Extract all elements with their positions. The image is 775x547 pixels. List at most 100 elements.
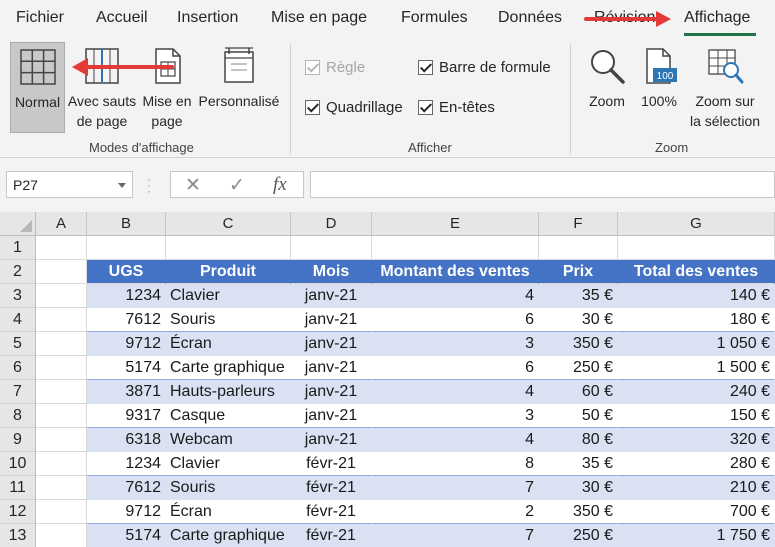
column-header-d[interactable]: D bbox=[291, 212, 372, 236]
table-cell[interactable]: 50 € bbox=[539, 404, 618, 428]
cell[interactable] bbox=[36, 332, 87, 356]
table-cell[interactable]: janv-21 bbox=[291, 404, 372, 428]
tab-affichage[interactable]: Affichage bbox=[684, 9, 750, 27]
table-cell[interactable]: 280 € bbox=[618, 452, 775, 476]
cell[interactable] bbox=[36, 524, 87, 547]
table-cell[interactable]: Hauts-parleurs bbox=[166, 380, 291, 404]
select-all-corner[interactable] bbox=[0, 212, 36, 236]
cell[interactable] bbox=[36, 428, 87, 452]
table-cell[interactable]: 9712 bbox=[87, 500, 166, 524]
row-header-10[interactable]: 10 bbox=[0, 452, 36, 476]
table-cell[interactable]: 4 bbox=[372, 380, 539, 404]
cell[interactable] bbox=[36, 476, 87, 500]
row-header-11[interactable]: 11 bbox=[0, 476, 36, 500]
table-cell[interactable]: 5174 bbox=[87, 524, 166, 547]
row-header-4[interactable]: 4 bbox=[0, 308, 36, 332]
row-header-2[interactable]: 2 bbox=[0, 260, 36, 284]
cell[interactable] bbox=[36, 380, 87, 404]
table-cell[interactable]: 2 bbox=[372, 500, 539, 524]
cell[interactable] bbox=[87, 236, 166, 260]
table-cell[interactable]: févr-21 bbox=[291, 524, 372, 547]
table-cell[interactable]: 1234 bbox=[87, 284, 166, 308]
table-cell[interactable]: 250 € bbox=[539, 524, 618, 547]
column-header-e[interactable]: E bbox=[372, 212, 539, 236]
table-cell[interactable]: 350 € bbox=[539, 332, 618, 356]
cell[interactable] bbox=[618, 236, 775, 260]
table-header-cell[interactable]: Prix bbox=[539, 260, 618, 284]
table-cell[interactable]: 7 bbox=[372, 476, 539, 500]
row-header-7[interactable]: 7 bbox=[0, 380, 36, 404]
drag-handle-icon[interactable]: · · · bbox=[147, 173, 151, 197]
table-cell[interactable]: 3 bbox=[372, 404, 539, 428]
tab-insertion[interactable]: Insertion bbox=[177, 9, 238, 27]
table-header-cell[interactable]: Mois bbox=[291, 260, 372, 284]
row-header-12[interactable]: 12 bbox=[0, 500, 36, 524]
table-header-cell[interactable]: Montant des ventes bbox=[372, 260, 539, 284]
table-cell[interactable]: 35 € bbox=[539, 452, 618, 476]
table-cell[interactable]: 6 bbox=[372, 308, 539, 332]
table-cell[interactable]: 30 € bbox=[539, 476, 618, 500]
page-layout-view-button[interactable]: Mise en page bbox=[139, 42, 195, 133]
tab-mise-en-page[interactable]: Mise en page bbox=[271, 9, 367, 27]
column-header-f[interactable]: F bbox=[539, 212, 618, 236]
cell[interactable] bbox=[36, 284, 87, 308]
cell[interactable] bbox=[36, 236, 87, 260]
page-break-view-button[interactable]: Avec sauts de page bbox=[66, 42, 138, 133]
tab-formules[interactable]: Formules bbox=[401, 9, 468, 27]
column-header-b[interactable]: B bbox=[87, 212, 166, 236]
tab-donnees[interactable]: Données bbox=[498, 9, 562, 27]
table-cell[interactable]: 180 € bbox=[618, 308, 775, 332]
row-header-1[interactable]: 1 bbox=[0, 236, 36, 260]
table-cell[interactable]: févr-21 bbox=[291, 500, 372, 524]
table-cell[interactable]: 4 bbox=[372, 284, 539, 308]
row-header-8[interactable]: 8 bbox=[0, 404, 36, 428]
row-header-3[interactable]: 3 bbox=[0, 284, 36, 308]
cell[interactable] bbox=[36, 404, 87, 428]
column-header-c[interactable]: C bbox=[166, 212, 291, 236]
table-cell[interactable]: Carte graphique bbox=[166, 524, 291, 547]
normal-view-button[interactable]: Normal bbox=[10, 42, 65, 133]
table-cell[interactable]: Casque bbox=[166, 404, 291, 428]
table-cell[interactable]: 240 € bbox=[618, 380, 775, 404]
table-cell[interactable]: Webcam bbox=[166, 428, 291, 452]
table-header-cell[interactable]: Produit bbox=[166, 260, 291, 284]
zoom-100-button[interactable]: 100 100% bbox=[637, 42, 681, 133]
table-header-cell[interactable]: UGS bbox=[87, 260, 166, 284]
table-cell[interactable]: 1234 bbox=[87, 452, 166, 476]
table-cell[interactable]: Écran bbox=[166, 500, 291, 524]
table-cell[interactable]: 6318 bbox=[87, 428, 166, 452]
row-header-9[interactable]: 9 bbox=[0, 428, 36, 452]
gridlines-checkbox[interactable]: Quadrillage bbox=[305, 99, 403, 116]
table-cell[interactable]: janv-21 bbox=[291, 332, 372, 356]
table-cell[interactable]: Souris bbox=[166, 476, 291, 500]
table-cell[interactable]: 6 bbox=[372, 356, 539, 380]
headings-checkbox[interactable]: En-têtes bbox=[418, 99, 495, 116]
insert-function-icon[interactable]: fx bbox=[273, 174, 287, 196]
table-cell[interactable]: Carte graphique bbox=[166, 356, 291, 380]
table-cell[interactable]: Écran bbox=[166, 332, 291, 356]
cell[interactable] bbox=[166, 236, 291, 260]
table-cell[interactable]: 1 500 € bbox=[618, 356, 775, 380]
table-cell[interactable]: 210 € bbox=[618, 476, 775, 500]
table-cell[interactable]: janv-21 bbox=[291, 356, 372, 380]
name-box[interactable]: P27 bbox=[6, 171, 133, 198]
table-cell[interactable]: 3 bbox=[372, 332, 539, 356]
row-header-6[interactable]: 6 bbox=[0, 356, 36, 380]
cell[interactable] bbox=[291, 236, 372, 260]
table-cell[interactable]: 3871 bbox=[87, 380, 166, 404]
table-cell[interactable]: 7 bbox=[372, 524, 539, 547]
table-cell[interactable]: 9317 bbox=[87, 404, 166, 428]
table-cell[interactable]: 1 750 € bbox=[618, 524, 775, 547]
table-cell[interactable]: Clavier bbox=[166, 452, 291, 476]
table-cell[interactable]: 7612 bbox=[87, 476, 166, 500]
table-header-cell[interactable]: Total des ventes bbox=[618, 260, 775, 284]
check-icon[interactable]: ✓ bbox=[229, 174, 245, 197]
table-cell[interactable]: 60 € bbox=[539, 380, 618, 404]
formula-bar-checkbox[interactable]: Barre de formule bbox=[418, 59, 551, 76]
custom-views-button[interactable]: Personnalisé bbox=[196, 42, 282, 133]
table-cell[interactable]: févr-21 bbox=[291, 452, 372, 476]
table-cell[interactable]: Souris bbox=[166, 308, 291, 332]
table-cell[interactable]: févr-21 bbox=[291, 476, 372, 500]
table-cell[interactable]: 80 € bbox=[539, 428, 618, 452]
cell[interactable] bbox=[372, 236, 539, 260]
